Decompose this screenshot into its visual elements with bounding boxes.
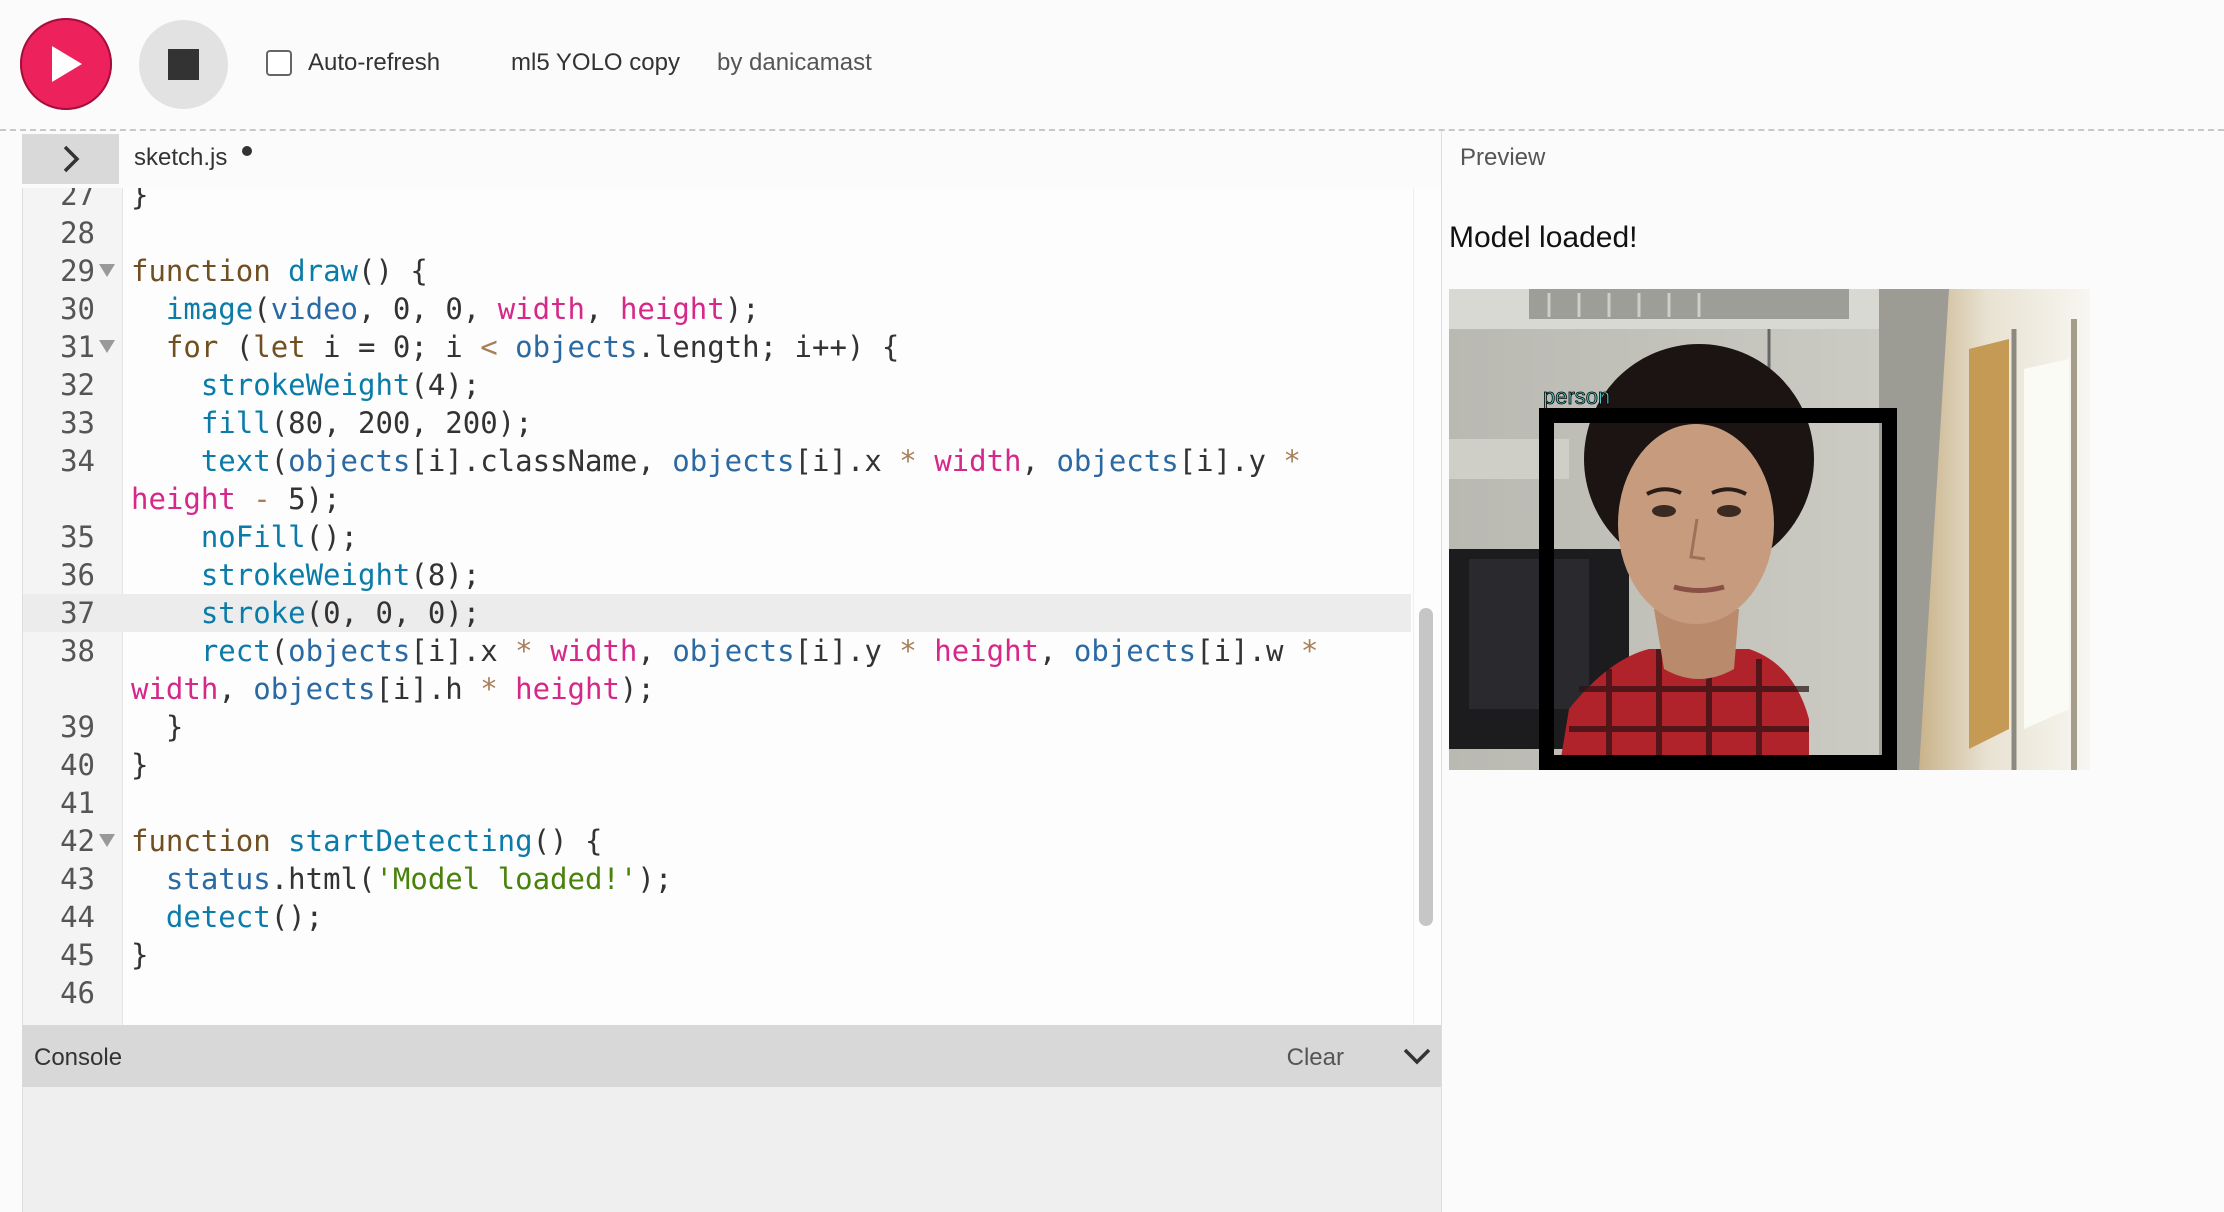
preview-label: Preview (1460, 144, 1546, 171)
code-text[interactable]: rect(objects[i].x * width, objects[i].y … (131, 632, 1319, 670)
line-number: 27 (60, 188, 95, 212)
code-text[interactable]: fill(80, 200, 200); (131, 404, 533, 442)
code-line[interactable]: 44 detect(); (23, 898, 1411, 936)
fold-arrow-icon[interactable] (99, 340, 115, 353)
file-tab[interactable]: sketch.js (134, 144, 227, 172)
fold-arrow-icon[interactable] (99, 264, 115, 277)
line-number: 42 (60, 824, 95, 858)
code-line[interactable]: 39 } (23, 708, 1411, 746)
fold-arrow-icon[interactable] (99, 834, 115, 847)
code-text[interactable]: function startDetecting() { (131, 822, 602, 860)
code-line[interactable]: 31 for (let i = 0; i < objects.length; i… (23, 328, 1411, 366)
code-text[interactable]: } (131, 936, 148, 974)
code-line[interactable]: height - 5); (23, 480, 1411, 518)
code-line[interactable]: 29 function draw() { (23, 252, 1411, 290)
code-line[interactable]: 36 strokeWeight(8); (23, 556, 1411, 594)
code-editor[interactable]: 27} 28 29 function draw() {30 image(video, … (22, 188, 1442, 1025)
chevron-right-icon (63, 145, 79, 173)
code-line[interactable]: 30 image(video, 0, 0, width, height); (23, 290, 1411, 328)
sketch-name[interactable]: ml5 YOLO copy (511, 49, 680, 77)
console-output (22, 1087, 1442, 1212)
code-text[interactable]: status.html('Model loaded!'); (131, 860, 672, 898)
code-line[interactable]: 33 fill(80, 200, 200); (23, 404, 1411, 442)
play-icon (52, 46, 82, 82)
detection-box (1539, 408, 1897, 770)
code-line[interactable]: 40} (23, 746, 1411, 784)
code-line[interactable]: 32 strokeWeight(4); (23, 366, 1411, 404)
code-line[interactable]: 38 rect(objects[i].x * width, objects[i]… (23, 632, 1411, 670)
toolbar: Auto-refresh ml5 YOLO copy by danicamast (0, 0, 2224, 130)
code-text[interactable]: height - 5); (131, 480, 341, 518)
unsaved-indicator (242, 146, 252, 156)
code-text[interactable]: } (131, 746, 148, 784)
code-text[interactable]: function draw() { (131, 252, 428, 290)
chevron-down-icon[interactable] (1402, 1041, 1432, 1071)
line-number: 34 (60, 444, 95, 478)
code-text[interactable]: strokeWeight(8); (131, 556, 480, 594)
code-lines[interactable]: 27} 28 29 function draw() {30 image(video, … (23, 188, 1411, 1012)
console-header: Console Clear (22, 1025, 1442, 1087)
code-line[interactable]: 28 (23, 214, 1411, 252)
auto-refresh-label: Auto-refresh (308, 49, 441, 76)
code-text[interactable]: } (131, 708, 183, 746)
code-line[interactable]: 35 noFill(); (23, 518, 1411, 556)
play-button[interactable] (20, 18, 112, 110)
status-text: Model loaded! (1449, 221, 1638, 254)
code-text[interactable]: noFill(); (131, 518, 358, 556)
code-line[interactable]: 37 stroke(0, 0, 0); (23, 594, 1411, 632)
sketch-author[interactable]: by danicamast (717, 49, 872, 77)
code-line[interactable]: 34 text(objects[i].className, objects[i]… (23, 442, 1411, 480)
detection-label: person (1543, 384, 1611, 410)
line-number: 30 (60, 292, 95, 326)
stop-icon (168, 49, 199, 80)
line-number: 28 (60, 216, 95, 250)
code-text[interactable]: for (let i = 0; i < objects.length; i++)… (131, 328, 899, 366)
line-number: 43 (60, 862, 95, 896)
code-text[interactable]: image(video, 0, 0, width, height); (131, 290, 760, 328)
auto-refresh-toggle[interactable]: Auto-refresh (266, 49, 440, 77)
line-number: 37 (60, 596, 95, 630)
line-number: 32 (60, 368, 95, 402)
stop-button[interactable] (139, 20, 228, 109)
line-number: 45 (60, 938, 95, 972)
line-number: 33 (60, 406, 95, 440)
code-text[interactable]: stroke(0, 0, 0); (131, 594, 480, 632)
code-text[interactable]: strokeWeight(4); (131, 366, 480, 404)
code-text[interactable]: } (131, 188, 148, 214)
editor-scrollbar[interactable] (1413, 188, 1441, 1025)
code-line[interactable]: 45} (23, 936, 1411, 974)
editor-header: sketch.js (22, 134, 1442, 188)
line-number: 40 (60, 748, 95, 782)
expand-sidebar-button[interactable] (22, 134, 119, 184)
line-number: 44 (60, 900, 95, 934)
code-line[interactable]: 27} (23, 188, 1411, 214)
line-number: 39 (60, 710, 95, 744)
line-number: 35 (60, 520, 95, 554)
line-number: 46 (60, 976, 95, 1010)
console-title: Console (34, 1044, 123, 1071)
code-text[interactable]: detect(); (131, 898, 323, 936)
code-line[interactable]: 46 (23, 974, 1411, 1012)
code-text[interactable]: text(objects[i].className, objects[i].x … (131, 442, 1301, 480)
editor-scrollbar-thumb[interactable] (1419, 608, 1433, 926)
code-line[interactable]: 41 (23, 784, 1411, 822)
code-text[interactable]: width, objects[i].h * height); (131, 670, 655, 708)
toolbar-divider (0, 129, 2224, 131)
line-number: 36 (60, 558, 95, 592)
line-number: 31 (60, 330, 95, 364)
line-number: 38 (60, 634, 95, 668)
code-line[interactable]: 43 status.html('Model loaded!'); (23, 860, 1411, 898)
auto-refresh-checkbox[interactable] (266, 50, 292, 76)
code-line[interactable]: width, objects[i].h * height); (23, 670, 1411, 708)
line-number: 29 (60, 254, 95, 288)
code-line[interactable]: 42 function startDetecting() { (23, 822, 1411, 860)
console-clear-button[interactable]: Clear (1287, 1044, 1344, 1072)
line-number: 41 (60, 786, 95, 820)
